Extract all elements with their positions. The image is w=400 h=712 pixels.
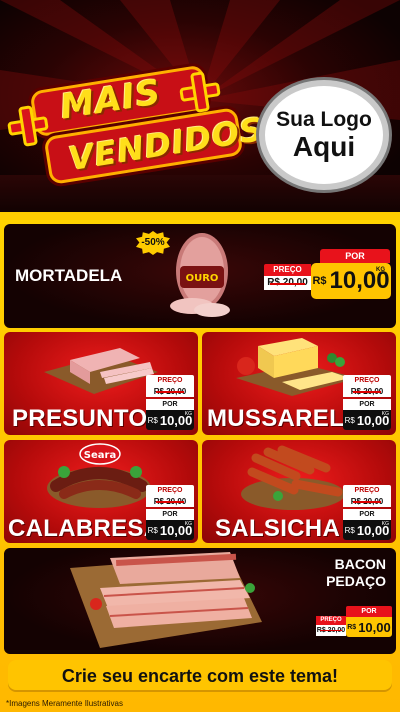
- unit: KG: [184, 521, 192, 527]
- bacon-image: [70, 552, 262, 648]
- unit: KG: [381, 521, 389, 527]
- preco-label: PREÇO: [316, 616, 346, 625]
- preco-label: PREÇO: [146, 375, 194, 386]
- price-tag: PREÇO R$ 20,00 POR R$ 10,00 KG: [146, 485, 194, 540]
- preco-label: PREÇO: [146, 485, 194, 496]
- old-price: R$ 20,00: [146, 496, 194, 507]
- mortadela-image: OURO: [170, 233, 230, 317]
- presunto-image: [44, 348, 158, 394]
- por-label: POR: [346, 606, 392, 617]
- logo-text-line1: Sua Logo: [276, 108, 372, 131]
- currency: R$: [147, 415, 158, 425]
- por-label: POR: [146, 509, 194, 520]
- currency: R$: [312, 275, 327, 287]
- yellow-strip: [0, 212, 400, 220]
- old-price: R$ 20,00: [264, 276, 311, 290]
- disclaimer-text: *Imagens Meramente Ilustrativas: [6, 699, 123, 708]
- preco-label: PREÇO: [343, 375, 391, 386]
- por-label: POR: [343, 399, 391, 410]
- cta-button[interactable]: Crie seu encarte com este tema!: [8, 660, 392, 692]
- price-tag: PREÇO R$ 20,00 POR R$ 10,00 KG: [343, 485, 391, 540]
- product-name: PRESUNTO: [12, 405, 148, 432]
- unit: KG: [184, 411, 192, 417]
- currency: R$: [347, 623, 357, 631]
- unit: KG: [381, 411, 389, 417]
- currency: R$: [344, 525, 355, 535]
- logo-text-line2: Aqui: [292, 131, 356, 162]
- product-name: MUSSARELA: [207, 405, 362, 432]
- product-name: SALSICHA: [215, 515, 341, 542]
- por-label: POR: [320, 249, 390, 263]
- old-price: R$ 20,00: [343, 496, 391, 507]
- price-tag: PREÇO R$ 20,00 POR R$ 10,00 KG: [146, 375, 194, 430]
- plus-icon: [177, 69, 223, 115]
- price-tag: R$ 10,00: [346, 617, 392, 637]
- unit: KG: [376, 267, 385, 273]
- old-price: R$ 20,00: [316, 625, 346, 636]
- product-name: MORTADELA: [15, 266, 123, 285]
- brand-seara-label: Seara: [84, 450, 116, 461]
- brand-ouro-label: OURO: [186, 273, 219, 284]
- salsicha-image: [241, 445, 345, 510]
- price-tag: R$ 10,00 KG: [311, 263, 391, 299]
- por-label: POR: [146, 399, 194, 410]
- preco-label: PREÇO: [264, 264, 311, 276]
- headline-logo: MAIS VENDIDOS: [5, 64, 266, 190]
- plus-icon: [5, 103, 51, 149]
- old-price: R$ 20,00: [146, 386, 194, 397]
- product-name-line1: BACON: [334, 556, 386, 572]
- por-label: POR: [343, 509, 391, 520]
- calabresa-image: Seara: [47, 443, 151, 508]
- price-value: 10,00: [358, 619, 391, 635]
- old-price: R$ 20,00: [343, 386, 391, 397]
- product-name: CALABRESA: [8, 515, 162, 542]
- currency: R$: [344, 415, 355, 425]
- product-name-line2: PEDAÇO: [326, 573, 386, 589]
- logo-placeholder: Sua Logo Aqui: [259, 80, 389, 190]
- price-tag: PREÇO R$ 20,00 POR R$ 10,00 KG: [343, 375, 391, 430]
- preco-label: PREÇO: [343, 485, 391, 496]
- currency: R$: [147, 525, 158, 535]
